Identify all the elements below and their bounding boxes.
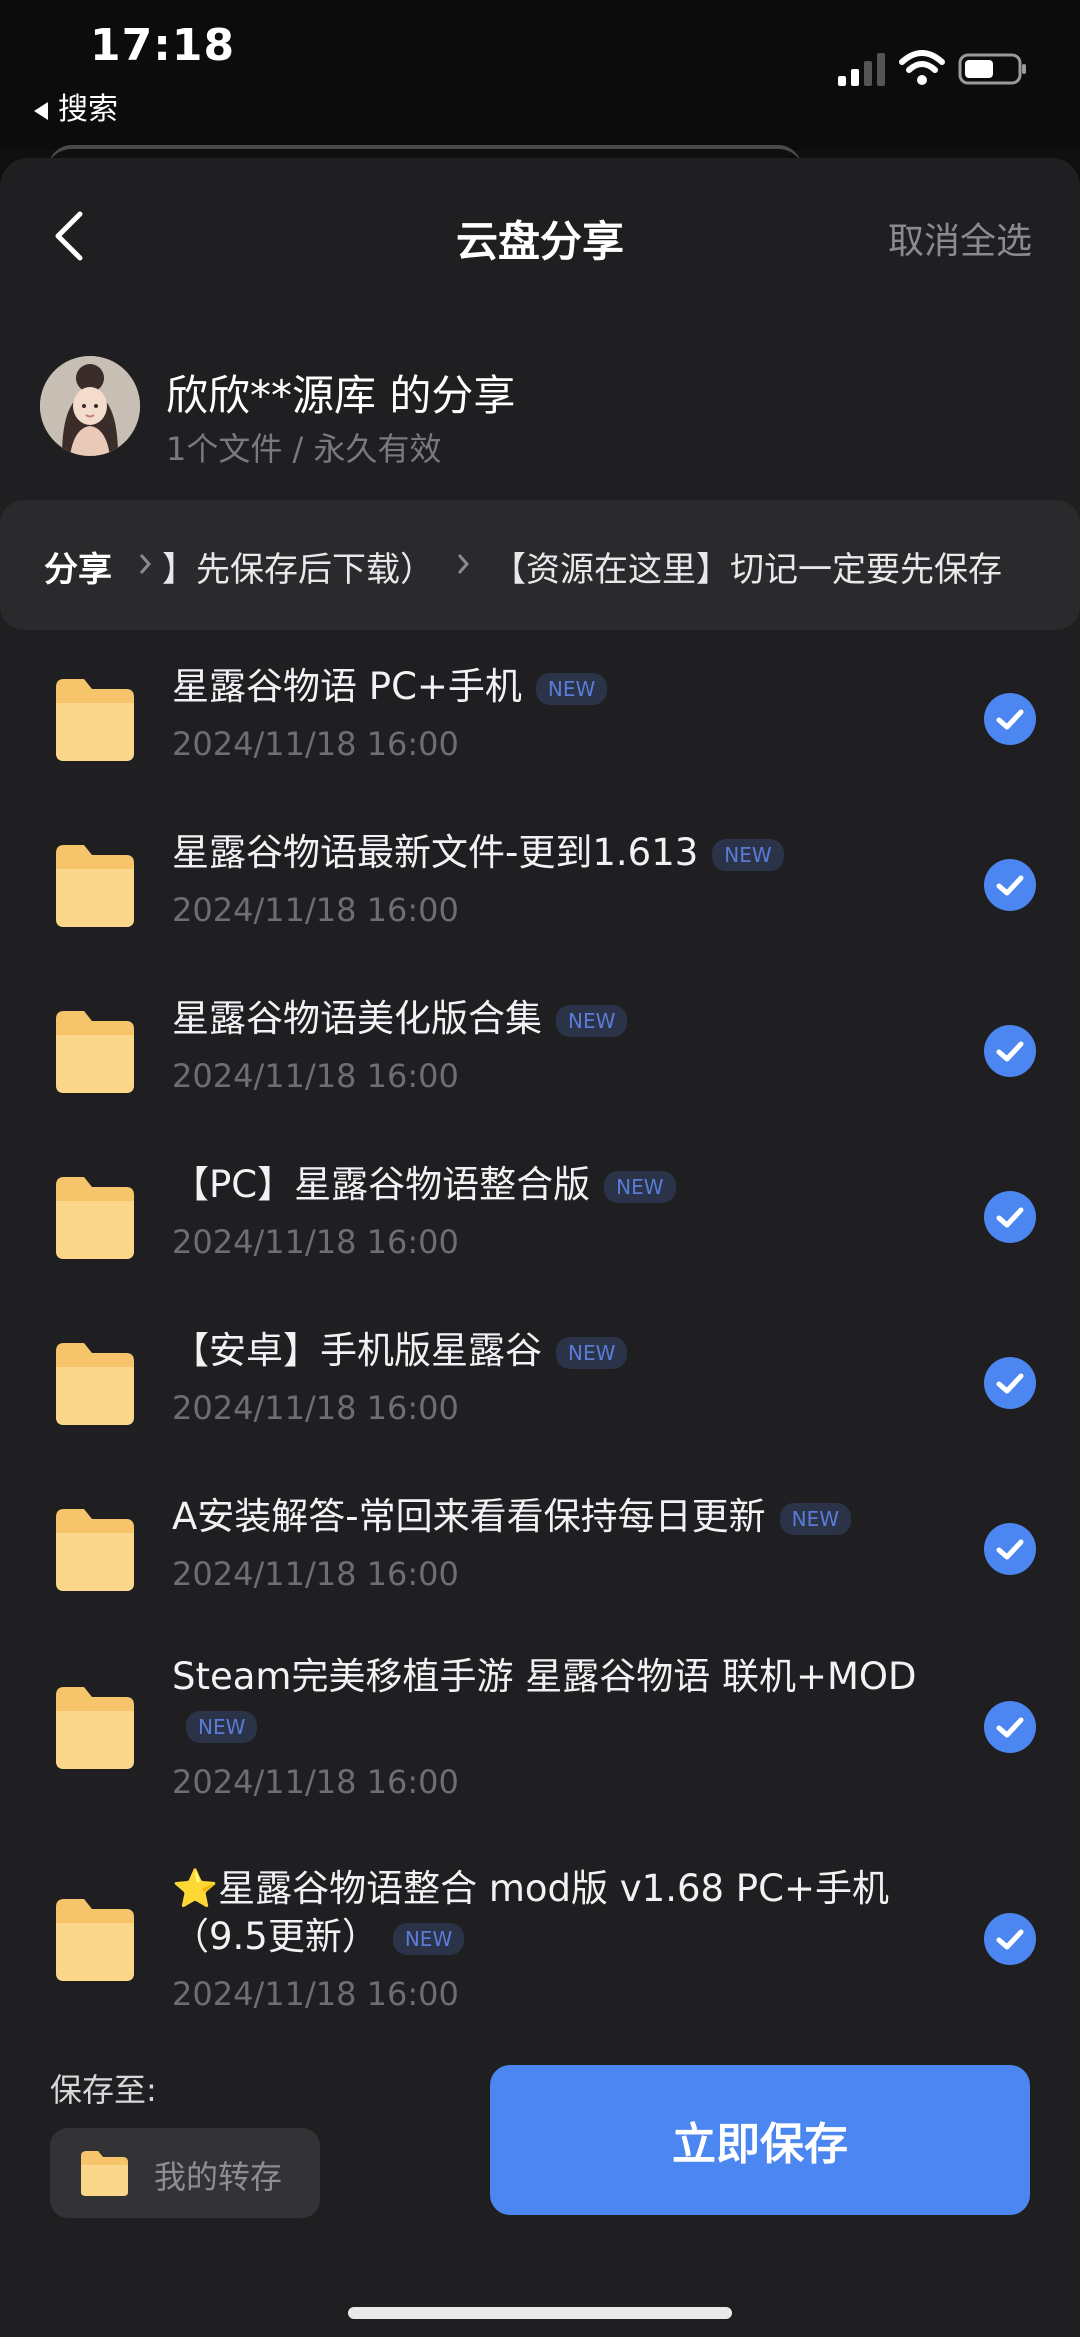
- checkmark-icon[interactable]: [984, 1913, 1036, 1965]
- back-app-label: 搜索: [58, 92, 118, 127]
- new-badge: NEW: [712, 838, 784, 871]
- checkmark-icon[interactable]: [984, 1523, 1036, 1575]
- file-name-row: 星露谷物语美化版合集 NEW: [172, 995, 972, 1043]
- file-name-row: 星露谷物语 PC+手机 NEW: [172, 663, 972, 711]
- share-meta: 1个文件 / 永久有效: [166, 430, 442, 468]
- checkmark-icon[interactable]: [984, 1701, 1036, 1753]
- avatar-image: [40, 356, 140, 456]
- checkmark-icon[interactable]: [984, 859, 1036, 911]
- sharer-title: 欣欣**源库 的分享: [166, 371, 516, 420]
- folder-icon: [56, 1899, 134, 1981]
- chevron-right-icon: [139, 554, 152, 574]
- status-bar: 17:18 搜索: [0, 0, 1080, 150]
- deselect-all-button[interactable]: 取消全选: [888, 212, 1032, 264]
- save-to-label: 保存至:: [50, 2071, 157, 2109]
- new-badge: NEW: [556, 1336, 628, 1369]
- folder-icon: [56, 845, 134, 927]
- destination-folder-picker[interactable]: 我的转存: [50, 2128, 320, 2218]
- checkmark-icon[interactable]: [984, 1025, 1036, 1077]
- file-date: 2024/11/18 16:00: [172, 891, 459, 929]
- file-date: 2024/11/18 16:00: [172, 1223, 459, 1261]
- file-name-row: A安装解答-常回来看看保持每日更新 NEW: [172, 1493, 972, 1541]
- new-badge: NEW: [556, 1004, 628, 1037]
- folder-icon: [56, 1177, 134, 1259]
- file-name-row: ⭐星露谷物语整合 mod版 v1.68 PC+手机（9.5更新） NEW: [172, 1865, 972, 1961]
- back-arrow-icon: [34, 101, 48, 120]
- folder-icon: [56, 1687, 134, 1769]
- chevron-right-icon: [457, 554, 470, 574]
- file-name-row: 【PC】星露谷物语整合版 NEW: [172, 1161, 972, 1209]
- file-date: 2024/11/18 16:00: [172, 1555, 459, 1593]
- save-footer: 保存至: 我的转存 立即保存: [0, 2035, 1080, 2337]
- back-to-search-link[interactable]: 搜索: [34, 84, 118, 128]
- status-time: 17:18: [90, 20, 236, 71]
- file-name: ⭐星露谷物语整合 mod版 v1.68 PC+手机（9.5更新）: [172, 1867, 889, 1958]
- avatar: [40, 356, 140, 456]
- file-date: 2024/11/18 16:00: [172, 1975, 459, 2013]
- cellular-signal-icon: [838, 53, 885, 86]
- new-badge: NEW: [779, 1502, 852, 1535]
- file-name: 星露谷物语最新文件-更到1.613: [172, 831, 699, 874]
- breadcrumb-item[interactable]: 【资源在这里】切记一定要先保存: [492, 542, 1002, 591]
- new-badge: NEW: [535, 672, 608, 705]
- file-name: 星露谷物语美化版合集: [172, 997, 542, 1040]
- file-date: 2024/11/18 16:00: [172, 1057, 459, 1095]
- checkmark-icon[interactable]: [984, 1357, 1036, 1409]
- file-date: 2024/11/18 16:00: [172, 1389, 459, 1427]
- file-date: 2024/11/18 16:00: [172, 725, 459, 763]
- battery-icon: [958, 53, 1026, 85]
- file-name-row: 星露谷物语最新文件-更到1.613 NEW: [172, 829, 972, 877]
- file-date: 2024/11/18 16:00: [172, 1763, 459, 1801]
- new-badge: NEW: [392, 1922, 465, 1955]
- new-badge: NEW: [186, 1710, 258, 1743]
- file-name: A安装解答-常回来看看保持每日更新: [172, 1495, 766, 1538]
- breadcrumb-item[interactable]: 】先保存后下载）: [162, 542, 434, 591]
- save-now-button[interactable]: 立即保存: [490, 2065, 1030, 2215]
- checkmark-icon[interactable]: [984, 693, 1036, 745]
- file-name: 星露谷物语 PC+手机: [172, 665, 522, 708]
- folder-icon: [81, 2151, 128, 2196]
- folder-icon: [56, 1011, 134, 1093]
- file-name: 【安卓】手机版星露谷: [172, 1329, 542, 1372]
- share-sheet: 云盘分享 取消全选 欣欣**源库 的分享 1个文件 / 永久有效 分享 】先保存…: [0, 158, 1080, 2337]
- file-name: Steam完美移植手游 星露谷物语 联机+MOD: [172, 1655, 917, 1698]
- folder-icon: [56, 679, 134, 761]
- folder-icon: [56, 1509, 134, 1591]
- destination-label: 我的转存: [154, 2158, 283, 2196]
- breadcrumb-root[interactable]: 分享: [44, 542, 112, 591]
- checkmark-icon[interactable]: [984, 1191, 1036, 1243]
- home-indicator[interactable]: [348, 2307, 732, 2319]
- folder-icon: [56, 1343, 134, 1425]
- new-badge: NEW: [604, 1170, 676, 1203]
- breadcrumb: 分享 】先保存后下载） 【资源在这里】切记一定要先保存: [0, 500, 1080, 630]
- file-name-row: Steam完美移植手游 星露谷物语 联机+MOD NEW: [172, 1653, 972, 1749]
- wifi-icon: [899, 50, 945, 85]
- file-name-row: 【安卓】手机版星露谷 NEW: [172, 1327, 972, 1375]
- file-name: 【PC】星露谷物语整合版: [172, 1163, 591, 1206]
